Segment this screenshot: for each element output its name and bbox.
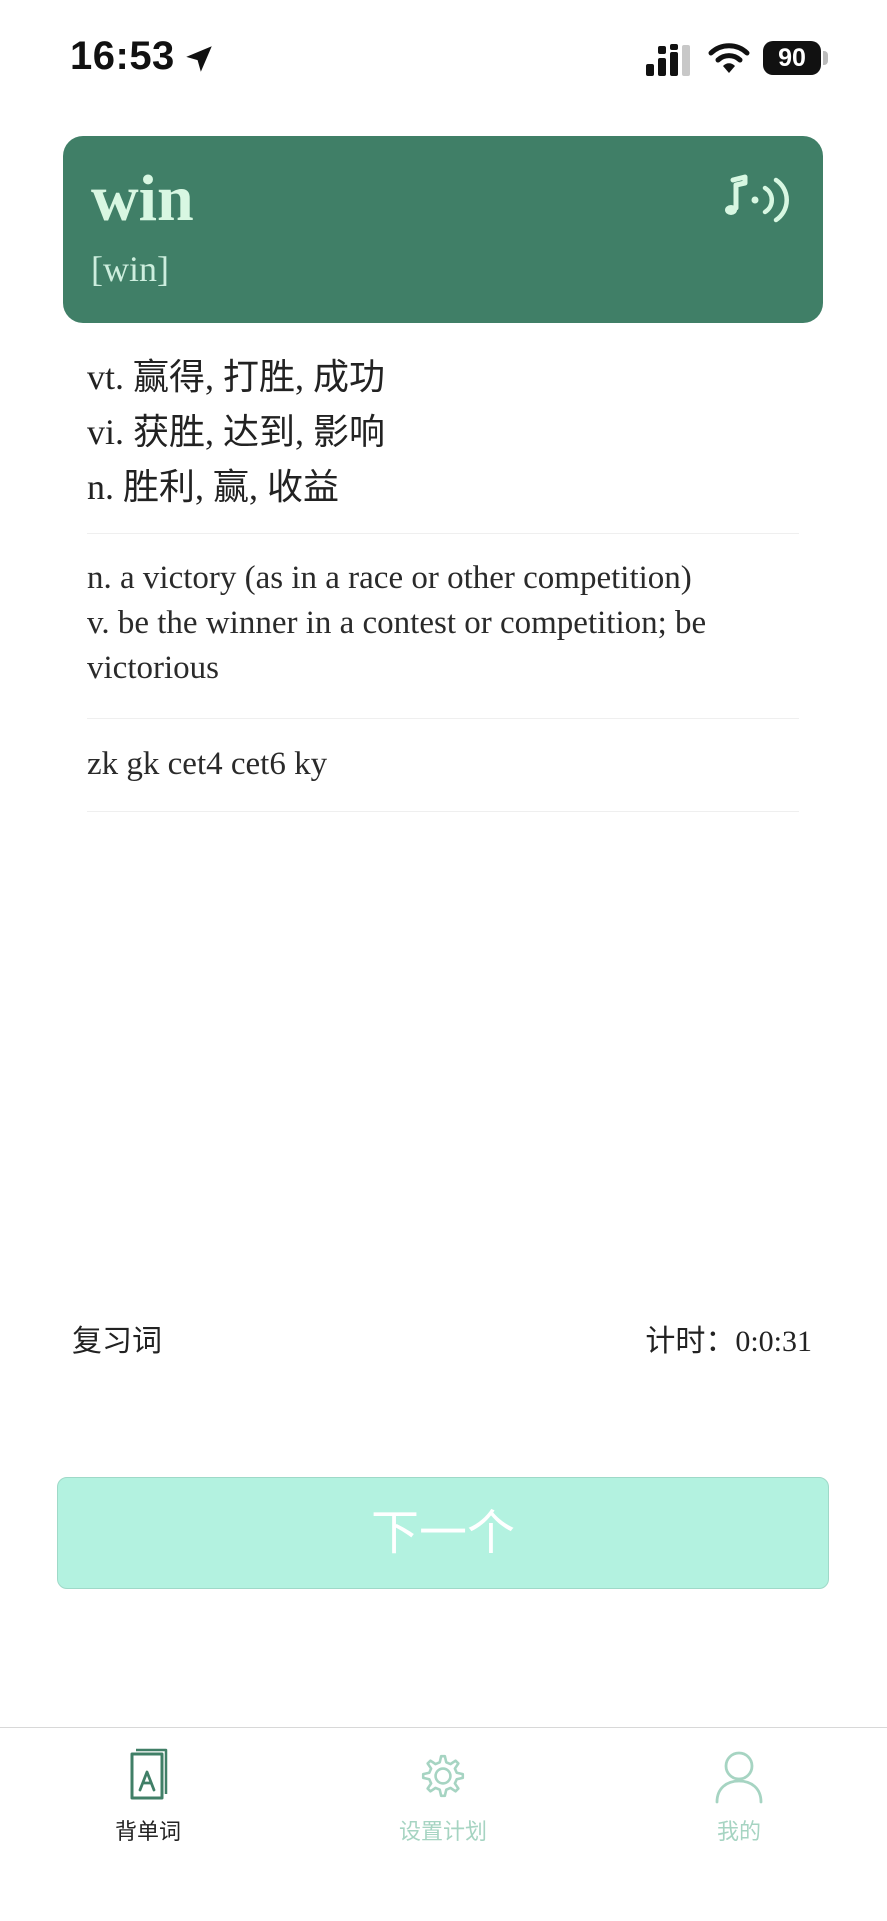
english-definitions: n. a victory (as in a race or other comp… bbox=[87, 556, 807, 691]
exam-tags: zk gk cet4 cet6 ky bbox=[87, 746, 328, 782]
tab-label: 背单词 bbox=[114, 1819, 181, 1844]
tab-vocabulary[interactable]: 背单词 bbox=[68, 1748, 228, 1846]
wifi-icon bbox=[708, 43, 750, 73]
book-icon bbox=[130, 1748, 168, 1800]
tab-bar: 背单词 设置计划 我的 bbox=[0, 1727, 887, 1921]
definition-line: vt. 赢得, 打胜, 成功 bbox=[87, 357, 386, 397]
timer-label: 计时： bbox=[645, 1325, 736, 1358]
tab-label: 我的 bbox=[716, 1819, 761, 1844]
tab-set-plan[interactable]: 设置计划 bbox=[363, 1748, 523, 1846]
definition-line: n. 胜利, 赢, 收益 bbox=[87, 467, 340, 507]
gear-icon bbox=[421, 1754, 465, 1798]
definition-line: v. be the winner in a contest or competi… bbox=[87, 605, 707, 641]
location-arrow-icon bbox=[186, 46, 212, 72]
word-card: win [win] bbox=[63, 136, 823, 323]
word-phonetic: [win] bbox=[91, 249, 169, 289]
timer-value: 0:0:31 bbox=[735, 1325, 812, 1358]
definition-line: vi. 获胜, 达到, 影响 bbox=[87, 412, 386, 452]
divider bbox=[87, 718, 799, 719]
signal-icon bbox=[646, 44, 690, 76]
battery-icon: 90 bbox=[763, 41, 829, 75]
word-title: win bbox=[91, 162, 194, 235]
definition-line: n. a victory (as in a race or other comp… bbox=[87, 560, 692, 596]
battery-level: 90 bbox=[778, 44, 806, 72]
tab-label: 设置计划 bbox=[398, 1819, 487, 1844]
status-time: 16:53 bbox=[70, 34, 175, 78]
divider bbox=[87, 533, 799, 534]
next-button[interactable]: 下一个 bbox=[57, 1477, 829, 1589]
tab-mine[interactable]: 我的 bbox=[659, 1748, 819, 1846]
status-bar: 16:53 90 bbox=[0, 0, 887, 120]
divider bbox=[87, 811, 799, 812]
definition-line: victorious bbox=[87, 650, 219, 686]
timer: 计时：0:0:31 bbox=[645, 1316, 812, 1360]
speaker-audio-icon[interactable] bbox=[719, 172, 795, 228]
review-word-label: 复习词 bbox=[72, 1325, 162, 1358]
chinese-definitions: vt. 赢得, 打胜, 成功 vi. 获胜, 达到, 影响 n. 胜利, 赢, … bbox=[87, 350, 807, 515]
user-icon bbox=[715, 1751, 763, 1804]
